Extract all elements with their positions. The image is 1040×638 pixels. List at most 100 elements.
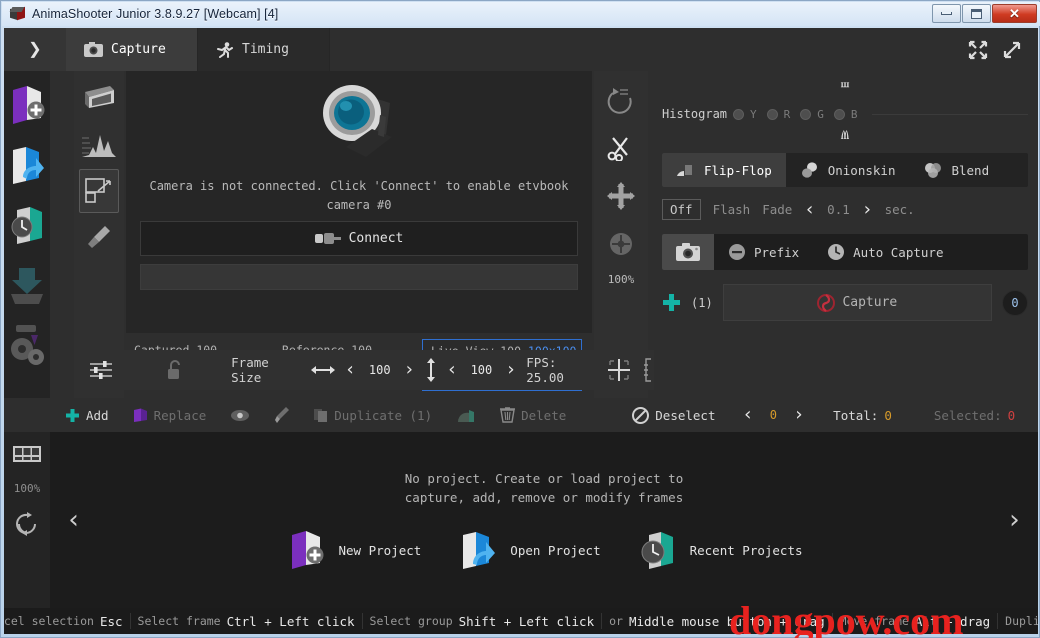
trash-icon: [500, 407, 516, 423]
frame-index-decrease[interactable]: ‹: [742, 406, 753, 424]
status-bar: ncel selection Esc Select frame Ctrl + L…: [4, 608, 1038, 634]
tab-blend-label: Blend: [951, 162, 990, 178]
open-project-button[interactable]: Open Project: [457, 529, 601, 571]
histogram-radio-y[interactable]: [733, 108, 745, 120]
minimize-button[interactable]: [932, 4, 961, 23]
panel-collapse-down[interactable]: ⱞ: [662, 127, 1028, 149]
new-project-button[interactable]: New Project: [286, 529, 421, 571]
tab-flip-flop[interactable]: Flip-Flop: [662, 153, 786, 187]
fit-target-icon[interactable]: [601, 225, 641, 263]
clock-icon: [827, 243, 845, 261]
tab-timing[interactable]: Timing: [198, 28, 330, 71]
sidebar-item-open-project[interactable]: [7, 139, 47, 191]
rotate-icon[interactable]: [601, 81, 641, 119]
view-mode-tabs: Flip-Flop Onionskin Blend: [662, 153, 1028, 187]
fullscreen-icon[interactable]: [968, 40, 988, 60]
blend-icon: [923, 162, 943, 178]
selected-frames: Selected: 0: [933, 407, 1016, 423]
scissors-icon[interactable]: [601, 129, 641, 167]
plus-grid-icon[interactable]: [606, 357, 632, 383]
stage-prev-button[interactable]: ‹: [66, 505, 82, 535]
timeline-section: 100% ‹ No project. Create or load projec…: [4, 432, 1038, 608]
transition-option-off[interactable]: Off: [662, 199, 701, 220]
connect-button[interactable]: Connect: [140, 221, 578, 256]
preview-button[interactable]: [221, 409, 259, 422]
expand-diagonal-icon[interactable]: [1002, 40, 1022, 60]
histogram-icon[interactable]: [79, 123, 119, 167]
move-cross-icon[interactable]: [601, 177, 641, 215]
replace-button[interactable]: Replace: [124, 408, 216, 423]
tab-blend[interactable]: Blend: [909, 153, 1003, 187]
camera-viewport: Camera is not connected. Click 'Connect'…: [126, 71, 592, 333]
sliders-icon[interactable]: [88, 360, 114, 380]
stage-next-button[interactable]: ›: [1006, 505, 1022, 535]
recent-projects-button[interactable]: Recent Projects: [637, 529, 803, 571]
deselect-button[interactable]: Deselect: [623, 406, 724, 424]
tool-column: [74, 71, 124, 398]
selected-frames-value: 0: [1007, 407, 1016, 423]
frame-height-decrease[interactable]: ‹: [447, 361, 458, 379]
brush-button[interactable]: [265, 406, 299, 424]
brush-icon: [274, 406, 290, 424]
transition-option-flash[interactable]: Flash: [713, 202, 751, 217]
tab-prefix-label: Prefix: [754, 244, 800, 260]
viewport-tools: 100%: [594, 71, 648, 398]
empty-project-message: No project. Create or load project to ca…: [404, 471, 684, 505]
undo-button[interactable]: [447, 408, 485, 423]
duplicate-button[interactable]: Duplicate (1): [305, 408, 441, 423]
capture-button[interactable]: Capture: [722, 284, 992, 321]
close-button[interactable]: ✕: [992, 4, 1037, 23]
tab-auto-capture[interactable]: Auto Capture: [813, 234, 957, 270]
histogram-radio-r[interactable]: [766, 108, 778, 120]
eye-icon: [230, 409, 250, 422]
status-hint-middle-drag: or Middle mouse button + drag: [602, 613, 833, 629]
unlock-icon[interactable]: [167, 360, 183, 380]
histogram-label-b: B: [850, 107, 858, 121]
plus-icon: [65, 408, 80, 423]
app-cube-icon: [9, 6, 25, 22]
tab-timing-label: Timing: [242, 42, 289, 57]
tab-capture[interactable]: Capture: [66, 28, 198, 71]
bracket-icon[interactable]: [642, 357, 654, 383]
histogram-radio-b[interactable]: [833, 108, 845, 120]
folder-arrow-icon: [457, 529, 501, 571]
panel-collapse-up[interactable]: ⱎ: [662, 79, 1028, 101]
tab-flip-flop-label: Flip-Flop: [704, 162, 772, 178]
frame-index-value[interactable]: 0: [759, 408, 787, 422]
tab-onionskin[interactable]: Onionskin: [786, 153, 910, 187]
camera-icon: [676, 243, 700, 261]
frame-width-increase[interactable]: ›: [404, 361, 415, 379]
maximize-button[interactable]: [962, 4, 991, 23]
tab-camera[interactable]: [662, 234, 714, 270]
filmstrip-icon[interactable]: [12, 444, 42, 466]
timeline-zoom-label: 100%: [13, 482, 41, 495]
tab-capture-label: Capture: [111, 42, 166, 57]
frame-index-increase[interactable]: ›: [793, 406, 804, 424]
plus-icon[interactable]: [662, 293, 681, 312]
sidebar-item-settings[interactable]: [7, 319, 47, 371]
frame-width-decrease[interactable]: ‹: [345, 361, 356, 379]
replace-button-label: Replace: [153, 407, 207, 423]
histogram-radio-g[interactable]: [800, 108, 812, 120]
histogram-label: Histogram: [662, 107, 728, 121]
sidebar-item-import[interactable]: [7, 259, 47, 311]
folder-plus-icon: [286, 529, 330, 571]
panel-expand-button[interactable]: ❯: [4, 28, 66, 71]
add-button[interactable]: Add: [56, 408, 118, 423]
duration-decrease[interactable]: ‹: [804, 200, 815, 219]
crop-icon[interactable]: [79, 169, 119, 213]
frame-width-value[interactable]: 100: [366, 363, 394, 377]
refresh-icon[interactable]: [13, 511, 41, 537]
monitor-icon[interactable]: [79, 77, 119, 121]
frame-height-value[interactable]: 100: [467, 363, 495, 377]
duration-increase[interactable]: ›: [862, 200, 873, 219]
transition-row: Off Flash Fade ‹ 0.1 › sec.: [662, 199, 1028, 220]
status-hint-select-frame: Select frame Ctrl + Left click: [131, 613, 363, 629]
delete-button[interactable]: Delete: [491, 407, 575, 423]
tab-prefix[interactable]: Prefix: [714, 234, 813, 270]
sidebar-item-recent-projects[interactable]: [7, 199, 47, 251]
frame-height-increase[interactable]: ›: [505, 361, 516, 379]
transition-option-fade[interactable]: Fade: [762, 202, 792, 217]
eyedropper-icon[interactable]: [79, 215, 119, 259]
sidebar-item-new-project[interactable]: [7, 79, 47, 131]
